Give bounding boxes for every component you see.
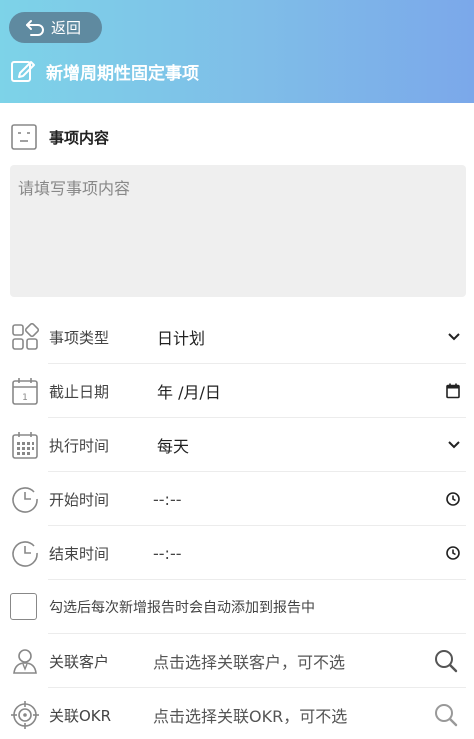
type-select-value[interactable]: 日计划: [157, 325, 205, 349]
deadline-date-input[interactable]: 年 /月/日: [157, 379, 221, 403]
start-time-input[interactable]: --:--: [153, 490, 181, 509]
target-icon: [11, 701, 39, 729]
auto-add-label: 勾选后每次新增报告时会自动添加到报告中: [49, 600, 315, 616]
calendar-grid-icon: [11, 431, 39, 459]
page-title: 新增周期性固定事项: [46, 63, 199, 84]
search-icon[interactable]: [434, 703, 458, 727]
document-icon: [11, 124, 37, 150]
time-picker-icon[interactable]: [446, 492, 460, 506]
grid-icon: [11, 323, 39, 351]
deadline-row[interactable]: 1 截止日期 年 /月/日: [0, 364, 474, 418]
content-textarea[interactable]: [10, 165, 466, 297]
okr-select[interactable]: 点击选择关联OKR，可不选: [153, 703, 347, 727]
content-section-label: 事项内容: [49, 128, 110, 147]
calendar-day-icon: 1: [11, 377, 39, 405]
deadline-label: 截止日期: [49, 382, 110, 401]
chevron-down-icon[interactable]: [448, 441, 460, 449]
okr-label: 关联OKR: [49, 706, 112, 725]
content-section-title: 事项内容: [11, 124, 109, 150]
auto-add-row: 勾选后每次新增报告时会自动添加到报告中: [0, 580, 474, 634]
auto-add-checkbox[interactable]: [10, 593, 37, 620]
type-label: 事项类型: [49, 328, 110, 347]
svg-text:1: 1: [22, 393, 28, 403]
customer-select[interactable]: 点击选择关联客户，可不选: [153, 649, 345, 673]
back-button[interactable]: 返回: [9, 12, 102, 43]
type-row[interactable]: 事项类型 日计划: [0, 310, 474, 364]
back-label: 返回: [51, 19, 82, 37]
start-time-row[interactable]: 开始时间 --:--: [0, 472, 474, 526]
chevron-down-icon[interactable]: [448, 333, 460, 341]
header: 返回 新增周期性固定事项: [0, 0, 474, 103]
customer-row[interactable]: 关联客户 点击选择关联客户，可不选: [0, 634, 474, 688]
back-arrow-icon: [26, 19, 44, 36]
user-icon: [11, 647, 39, 675]
search-icon[interactable]: [434, 649, 458, 673]
edit-icon: [11, 61, 35, 82]
start-time-label: 开始时间: [49, 490, 110, 509]
exec-time-label: 执行时间: [49, 436, 110, 455]
clock-icon: [11, 485, 39, 513]
okr-row[interactable]: 关联OKR 点击选择关联OKR，可不选: [0, 688, 474, 739]
exec-time-row[interactable]: 执行时间 每天: [0, 418, 474, 472]
exec-time-select-value[interactable]: 每天: [157, 433, 189, 457]
customer-label: 关联客户: [49, 652, 110, 671]
end-time-input[interactable]: --:--: [153, 544, 181, 563]
time-picker-icon[interactable]: [446, 546, 460, 560]
page-title-row: 新增周期性固定事项: [10, 58, 199, 84]
end-time-row[interactable]: 结束时间 --:--: [0, 526, 474, 580]
clock-icon: [11, 539, 39, 567]
end-time-label: 结束时间: [49, 544, 110, 563]
calendar-picker-icon[interactable]: [446, 383, 460, 399]
